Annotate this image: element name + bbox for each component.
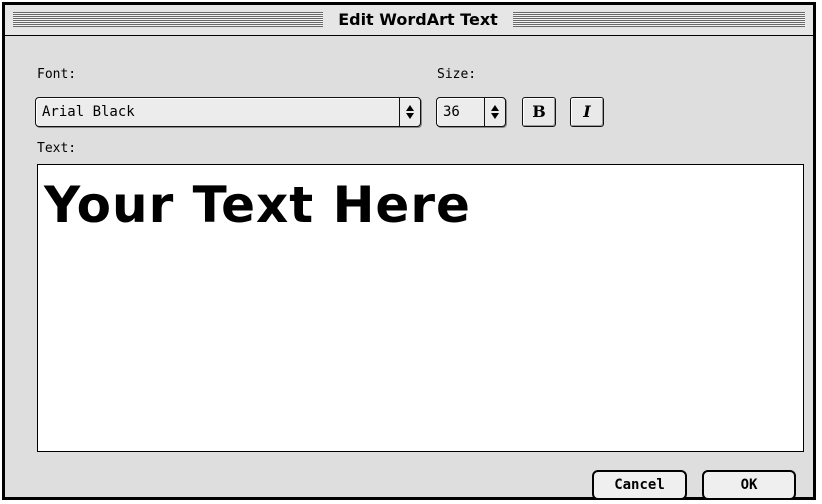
font-select[interactable]: Arial Black — [35, 97, 421, 127]
size-select-value: 36 — [443, 104, 460, 120]
title-bar-stripes-right — [513, 12, 805, 27]
up-down-arrows-icon — [399, 98, 420, 126]
dialog-title: Edit WordArt Text — [323, 9, 513, 31]
italic-button[interactable]: I — [570, 97, 604, 127]
title-bar-stripes-left — [13, 12, 323, 27]
font-select-value: Arial Black — [42, 104, 135, 120]
cancel-button[interactable]: Cancel — [592, 470, 687, 500]
wordart-text-input[interactable]: Your Text Here — [37, 164, 804, 452]
size-label: Size: — [437, 67, 477, 82]
title-bar[interactable]: Edit WordArt Text — [5, 5, 813, 36]
wordart-text-content: Your Text Here — [44, 176, 471, 234]
edit-wordart-dialog: Edit WordArt Text Font: Arial Black Size… — [2, 2, 816, 500]
size-select[interactable]: 36 — [436, 97, 506, 127]
bold-button[interactable]: B — [522, 97, 556, 127]
up-down-arrows-icon — [484, 98, 505, 126]
ok-button[interactable]: OK — [702, 470, 796, 500]
font-label: Font: — [37, 67, 77, 82]
text-label: Text: — [37, 141, 77, 156]
